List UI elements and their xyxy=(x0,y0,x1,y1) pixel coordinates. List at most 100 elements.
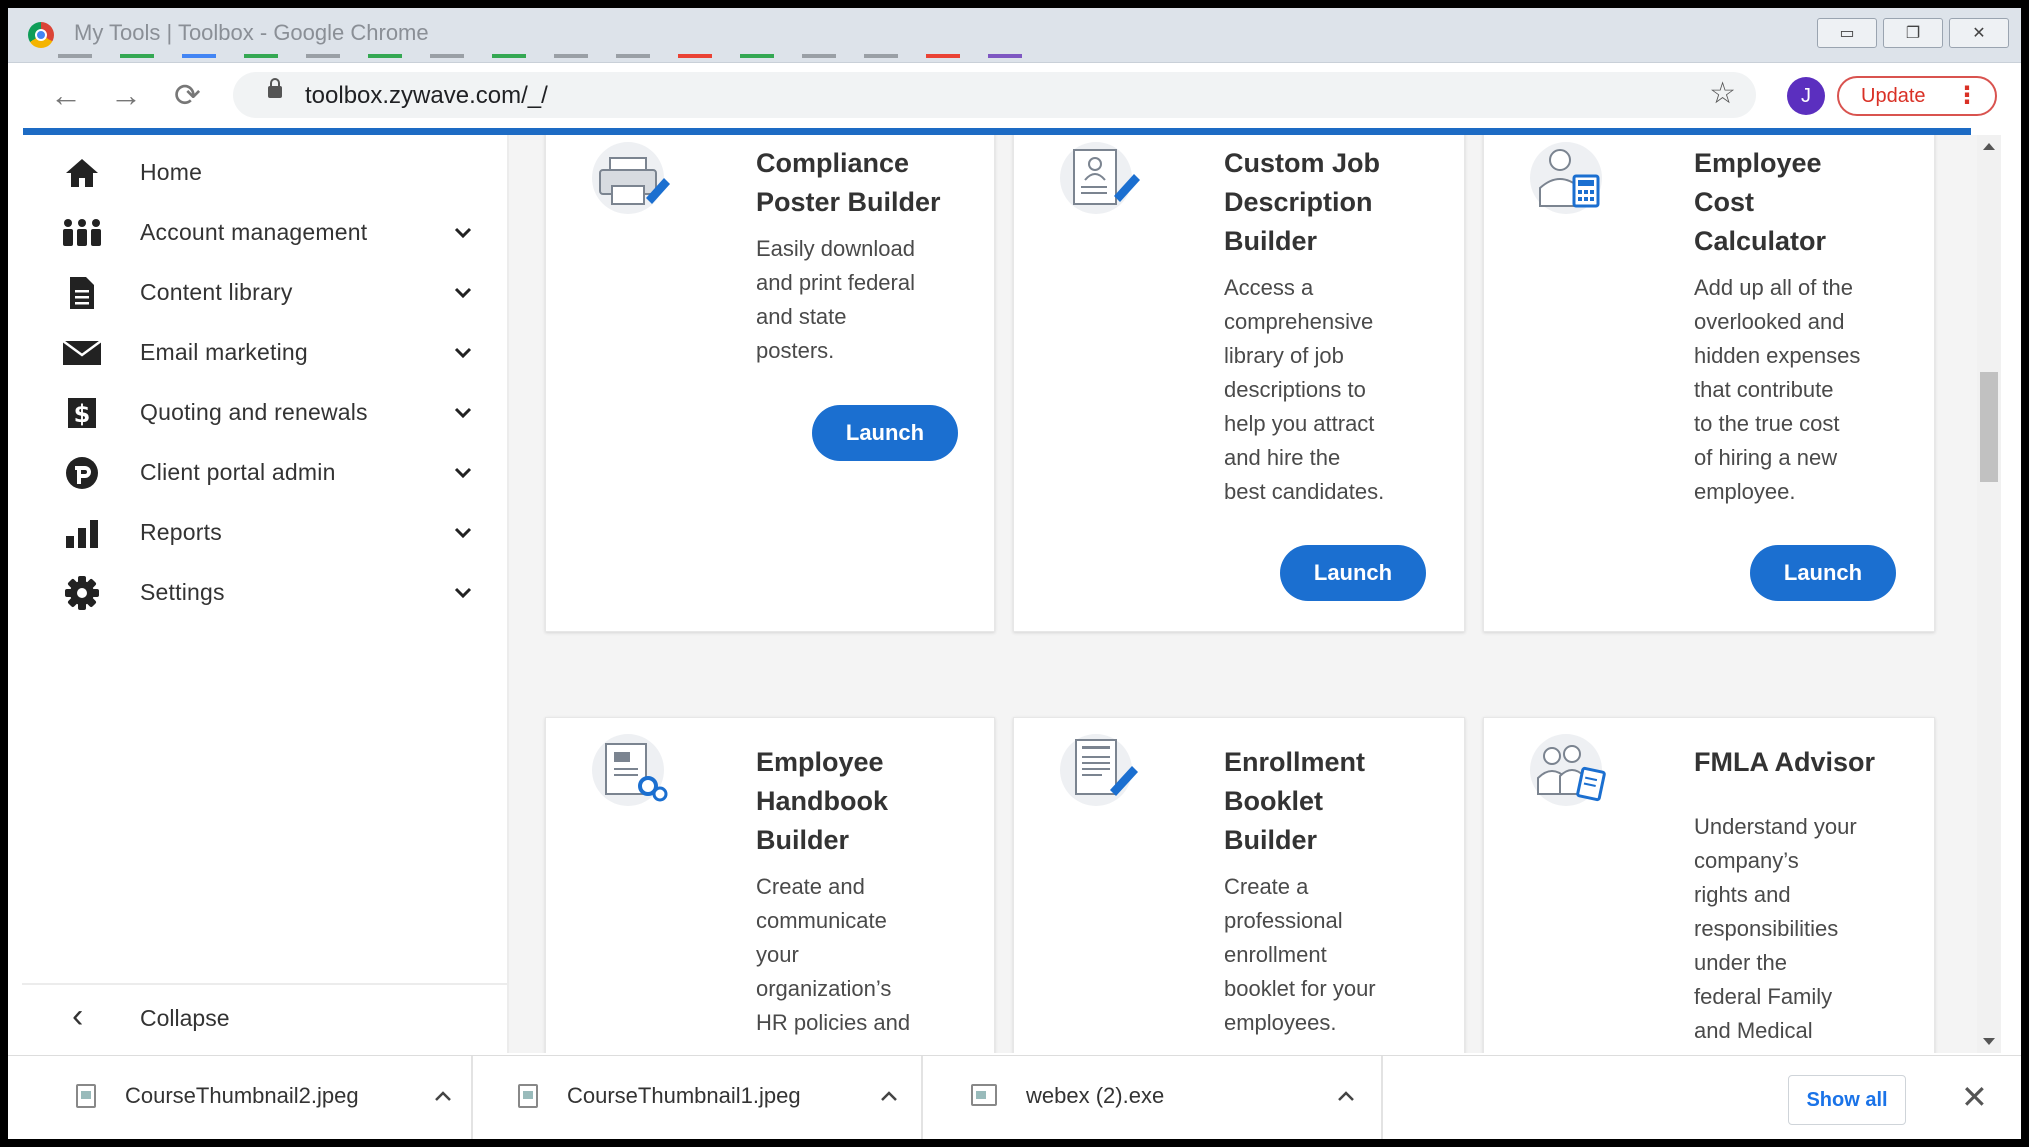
forward-button[interactable]: → xyxy=(110,77,142,113)
family-clipboard-icon xyxy=(1526,730,1616,808)
chevron-left-icon: ‹ xyxy=(72,997,84,1035)
update-button[interactable]: Update ⋮ xyxy=(1837,76,1997,116)
collapse-button[interactable]: ‹ Collapse xyxy=(22,983,507,1055)
people-icon xyxy=(62,217,102,249)
download-shelf: CourseThumbnail2.jpeg CourseThumbnail1.j… xyxy=(8,1055,2021,1141)
person-calculator-icon xyxy=(1526,138,1616,216)
sidebar: Home Account management Content library … xyxy=(22,135,509,1053)
tool-card-compliance-poster-builder: Compliance Poster Builder Easily download… xyxy=(545,135,995,632)
scroll-up-arrow-icon[interactable] xyxy=(1983,143,1995,150)
card-description: Create and communicate your organization’s H… xyxy=(756,874,911,1035)
profile-avatar[interactable]: J xyxy=(1787,77,1825,115)
sidebar-item-client-portal-admin[interactable]: Client portal admin xyxy=(22,443,507,503)
browser-toolbar: ← → ⟳ toolbox.zywave.com/_/ ☆ J Update ⋮ xyxy=(8,63,2021,128)
card-title: Employee Cost Calculator xyxy=(1694,148,1827,256)
close-window-button[interactable]: ✕ xyxy=(1949,18,2009,48)
executable-file-icon xyxy=(971,1084,997,1106)
sidebar-item-label: Client portal admin xyxy=(140,459,336,485)
card-title: Employee Handbook Builder xyxy=(756,747,888,855)
download-filename: CourseThumbnail2.jpeg xyxy=(125,1083,359,1108)
sidebar-item-account-management[interactable]: Account management xyxy=(22,203,507,263)
chevron-down-icon[interactable] xyxy=(452,581,474,603)
card-description: Add up all of the overlooked and hidden ex… xyxy=(1694,275,1861,504)
back-button[interactable]: ← xyxy=(50,77,82,113)
card-description: Understand your company’s rights and respon… xyxy=(1694,814,1857,1043)
image-file-icon xyxy=(76,1084,96,1108)
chevron-up-icon[interactable] xyxy=(879,1086,899,1106)
page-header-bar xyxy=(23,128,1971,135)
document-icon xyxy=(62,277,102,309)
sidebar-item-label: Quoting and renewals xyxy=(140,399,368,425)
sidebar-item-home[interactable]: Home xyxy=(22,143,507,203)
sidebar-item-label: Email marketing xyxy=(140,339,308,365)
launch-button[interactable]: Launch xyxy=(812,405,958,461)
download-filename: CourseThumbnail1.jpeg xyxy=(567,1083,801,1108)
chevron-up-icon[interactable] xyxy=(1336,1086,1356,1106)
gear-icon xyxy=(62,576,102,610)
launch-button[interactable]: Launch xyxy=(1750,545,1896,601)
handbook-gears-icon xyxy=(588,730,678,808)
card-title: Custom Job Description Builder xyxy=(1224,148,1381,256)
tool-card-custom-job-description-builder: Custom Job Description Builder Access a com… xyxy=(1013,135,1465,632)
sidebar-item-label: Reports xyxy=(140,519,222,545)
chevron-down-icon[interactable] xyxy=(452,281,474,303)
home-icon xyxy=(62,157,102,189)
tool-card-enrollment-booklet-builder: Enrollment Booklet Builder Create a profess… xyxy=(1013,717,1465,1053)
portal-icon xyxy=(62,457,102,489)
sidebar-item-quoting-and-renewals[interactable]: $ Quoting and renewals xyxy=(22,383,507,443)
download-item[interactable]: CourseThumbnail2.jpeg xyxy=(28,1056,473,1141)
chevron-up-icon[interactable] xyxy=(433,1086,453,1106)
minimize-button[interactable]: ▭ xyxy=(1817,18,1877,48)
sidebar-item-settings[interactable]: Settings xyxy=(22,563,507,623)
image-file-icon xyxy=(518,1084,538,1108)
close-download-shelf-icon[interactable]: ✕ xyxy=(1961,1078,1988,1116)
dollar-icon: $ xyxy=(62,397,102,429)
download-filename: webex (2).exe xyxy=(1026,1083,1165,1108)
window-titlebar: My Tools | Toolbox - Google Chrome ▭ ❐ ✕ xyxy=(8,8,2021,63)
page-scrollbar[interactable] xyxy=(1977,135,2001,1053)
sidebar-item-content-library[interactable]: Content library xyxy=(22,263,507,323)
sidebar-item-label: Content library xyxy=(140,279,293,305)
restore-button[interactable]: ❐ xyxy=(1883,18,1943,48)
card-description: Easily download and print federal and stat… xyxy=(756,236,915,363)
tab-strip[interactable] xyxy=(58,48,1501,58)
bookmark-star-icon[interactable]: ☆ xyxy=(1709,76,1736,111)
tool-card-employee-cost-calculator: Employee Cost Calculator Add up all of the… xyxy=(1483,135,1935,632)
booklet-pen-icon xyxy=(1056,730,1146,808)
envelope-icon xyxy=(62,337,102,369)
sidebar-item-label: Home xyxy=(140,159,203,185)
card-title: Compliance Poster Builder xyxy=(756,148,941,217)
update-label: Update xyxy=(1861,84,1926,107)
scroll-down-arrow-icon[interactable] xyxy=(1983,1038,1995,1045)
reload-button[interactable]: ⟳ xyxy=(174,77,201,113)
window-title: My Tools | Toolbox - Google Chrome xyxy=(74,20,429,45)
scroll-thumb[interactable] xyxy=(1980,372,1998,482)
chrome-logo-icon xyxy=(28,22,54,48)
bar-chart-icon xyxy=(62,517,102,549)
svg-text:$: $ xyxy=(74,400,91,428)
collapse-label: Collapse xyxy=(140,1005,230,1031)
url-text[interactable]: toolbox.zywave.com/_/ xyxy=(305,82,548,110)
launch-button[interactable]: Launch xyxy=(1280,545,1426,601)
tool-card-fmla-advisor: FMLA Advisor Understand your company’s rig… xyxy=(1483,717,1935,1053)
card-description: Access a comprehensive library of job descr… xyxy=(1224,275,1385,504)
sidebar-item-email-marketing[interactable]: Email marketing xyxy=(22,323,507,383)
card-title: FMLA Advisor xyxy=(1694,747,1875,777)
tool-grid: Compliance Poster Builder Easily download… xyxy=(509,135,1977,1053)
download-item[interactable]: CourseThumbnail1.jpeg xyxy=(471,1056,923,1141)
profile-document-icon xyxy=(1056,138,1146,216)
sidebar-item-label: Settings xyxy=(140,579,225,605)
download-item[interactable]: webex (2).exe xyxy=(921,1056,1383,1141)
chevron-down-icon[interactable] xyxy=(452,461,474,483)
address-bar[interactable]: toolbox.zywave.com/_/ ☆ xyxy=(233,72,1756,118)
sidebar-item-reports[interactable]: Reports xyxy=(22,503,507,563)
chevron-down-icon[interactable] xyxy=(452,521,474,543)
chevron-down-icon[interactable] xyxy=(452,341,474,363)
chevron-down-icon[interactable] xyxy=(452,221,474,243)
lock-icon xyxy=(268,78,282,98)
card-description: Create a professional enrollment booklet fo… xyxy=(1224,874,1376,1035)
show-all-downloads-button[interactable]: Show all xyxy=(1788,1075,1906,1125)
chevron-down-icon[interactable] xyxy=(452,401,474,423)
menu-dots-icon: ⋮ xyxy=(1955,82,1979,109)
screenshot-frame-bottom xyxy=(0,1140,2029,1147)
